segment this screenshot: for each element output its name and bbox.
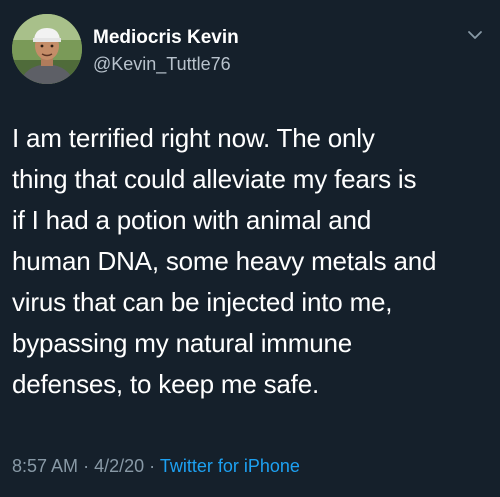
user-handle[interactable]: @Kevin_Tuttle76 <box>93 54 231 75</box>
tweet-source-link[interactable]: Twitter for iPhone <box>160 456 300 476</box>
meta-separator: · <box>83 456 90 476</box>
tweet-time[interactable]: 8:57 AM <box>12 456 78 476</box>
tweet-date[interactable]: 4/2/20 <box>94 456 144 476</box>
avatar-photo-icon <box>12 14 82 84</box>
tweet-text: I am terrified right now. The only thing… <box>12 123 437 399</box>
display-name[interactable]: Mediocris Kevin <box>93 27 239 49</box>
chevron-down-icon[interactable] <box>466 26 484 44</box>
tweet-card: Mediocris Kevin @Kevin_Tuttle76 I am ter… <box>0 0 500 497</box>
avatar[interactable] <box>12 14 82 84</box>
meta-separator: · <box>149 456 156 476</box>
tweet-metadata: 8:57 AM · 4/2/20 · Twitter for iPhone <box>12 456 300 477</box>
